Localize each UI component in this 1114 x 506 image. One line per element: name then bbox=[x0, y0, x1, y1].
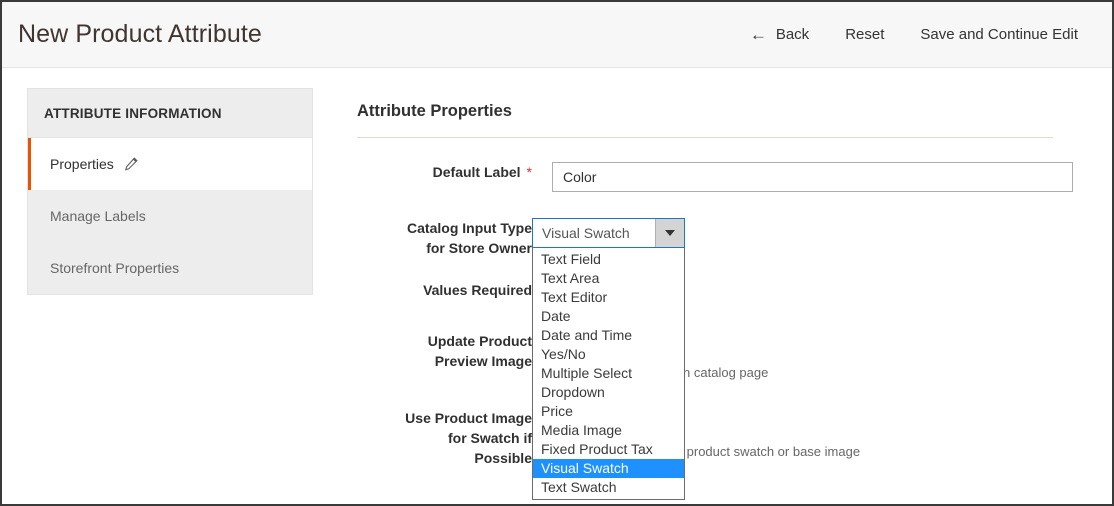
catalog-input-type-label-line2: for Store Owner bbox=[426, 238, 532, 258]
dropdown-option[interactable]: Visual Swatch bbox=[533, 459, 684, 478]
default-label-label-wrap: Default Label * bbox=[357, 162, 532, 182]
dropdown-option[interactable]: Dropdown bbox=[533, 383, 684, 402]
field-row-values-required: Values Required bbox=[357, 280, 532, 300]
field-row-update-product-preview-image: Update Product Preview Image bbox=[357, 331, 532, 371]
arrow-left-icon: ← bbox=[750, 26, 767, 43]
page-header: New Product Attribute ← Back Reset Save … bbox=[2, 2, 1112, 68]
save-and-continue-edit-button[interactable]: Save and Continue Edit bbox=[902, 24, 1096, 45]
attribute-properties-section: Attribute Properties bbox=[357, 102, 1057, 138]
update-preview-image-label-line2: Preview Image bbox=[435, 351, 532, 371]
default-label-label: Default Label bbox=[433, 162, 521, 182]
sidebar-item-label: Manage Labels bbox=[50, 208, 146, 224]
pencil-icon bbox=[124, 157, 138, 171]
use-product-image-label-line1: Use Product Image bbox=[405, 408, 532, 428]
sidebar-item-properties[interactable]: Properties bbox=[28, 138, 312, 190]
back-button[interactable]: ← Back bbox=[732, 24, 827, 45]
dropdown-option[interactable]: Yes/No bbox=[533, 345, 684, 364]
values-required-label-wrap: Values Required bbox=[357, 280, 532, 300]
dropdown-option[interactable]: Date and Time bbox=[533, 326, 684, 345]
use-product-image-label-wrap: Use Product Image for Swatch if Possible bbox=[357, 408, 532, 468]
dropdown-option[interactable]: Text Area bbox=[533, 269, 684, 288]
sidebar-item-label: Storefront Properties bbox=[50, 260, 179, 276]
dropdown-option[interactable]: Text Field bbox=[533, 250, 684, 269]
field-row-use-product-image-for-swatch: Use Product Image for Swatch if Possible bbox=[357, 408, 532, 468]
field-row-catalog-input-type: Catalog Input Type for Store Owner bbox=[357, 218, 532, 258]
page-title: New Product Attribute bbox=[18, 20, 262, 49]
use-product-image-label-line2: for Swatch if bbox=[448, 428, 532, 448]
catalog-input-type-label-line1: Catalog Input Type bbox=[407, 218, 532, 238]
dropdown-option[interactable]: Price bbox=[533, 402, 684, 421]
update-preview-image-label-line1: Update Product bbox=[428, 331, 532, 351]
sidebar-heading: ATTRIBUTE INFORMATION bbox=[28, 89, 312, 138]
dropdown-option[interactable]: Multiple Select bbox=[533, 364, 684, 383]
header-actions: ← Back Reset Save and Continue Edit bbox=[732, 24, 1096, 45]
attribute-information-sidebar: ATTRIBUTE INFORMATION Properties Manage … bbox=[27, 88, 313, 295]
sidebar-item-storefront-properties[interactable]: Storefront Properties bbox=[28, 242, 312, 294]
sidebar-item-label: Properties bbox=[50, 156, 114, 172]
dropdown-option[interactable]: Text Swatch bbox=[533, 478, 684, 497]
section-title: Attribute Properties bbox=[357, 102, 1053, 138]
default-label-input[interactable] bbox=[552, 162, 1073, 192]
dropdown-option[interactable]: Fixed Product Tax bbox=[533, 440, 684, 459]
field-row-default-label: Default Label * bbox=[357, 162, 1073, 192]
use-product-image-label-line3: Possible bbox=[474, 448, 532, 468]
update-preview-image-label-wrap: Update Product Preview Image bbox=[357, 331, 532, 371]
reset-button[interactable]: Reset bbox=[827, 24, 902, 45]
back-button-label: Back bbox=[776, 26, 809, 43]
sidebar-item-manage-labels[interactable]: Manage Labels bbox=[28, 190, 312, 242]
catalog-input-type-label-wrap: Catalog Input Type for Store Owner bbox=[357, 218, 532, 258]
values-required-label: Values Required bbox=[423, 280, 532, 300]
chevron-down-icon[interactable] bbox=[655, 219, 684, 247]
required-marker: * bbox=[527, 162, 532, 182]
catalog-input-type-selected-value: Visual Swatch bbox=[533, 219, 655, 247]
catalog-input-type-select[interactable]: Visual Swatch bbox=[532, 218, 685, 248]
dropdown-option[interactable]: Media Image bbox=[533, 421, 684, 440]
dropdown-option[interactable]: Text Editor bbox=[533, 288, 684, 307]
dropdown-option[interactable]: Date bbox=[533, 307, 684, 326]
admin-page: New Product Attribute ← Back Reset Save … bbox=[0, 0, 1114, 506]
catalog-input-type-dropdown-list[interactable]: Text FieldText AreaText EditorDateDate a… bbox=[532, 248, 685, 500]
